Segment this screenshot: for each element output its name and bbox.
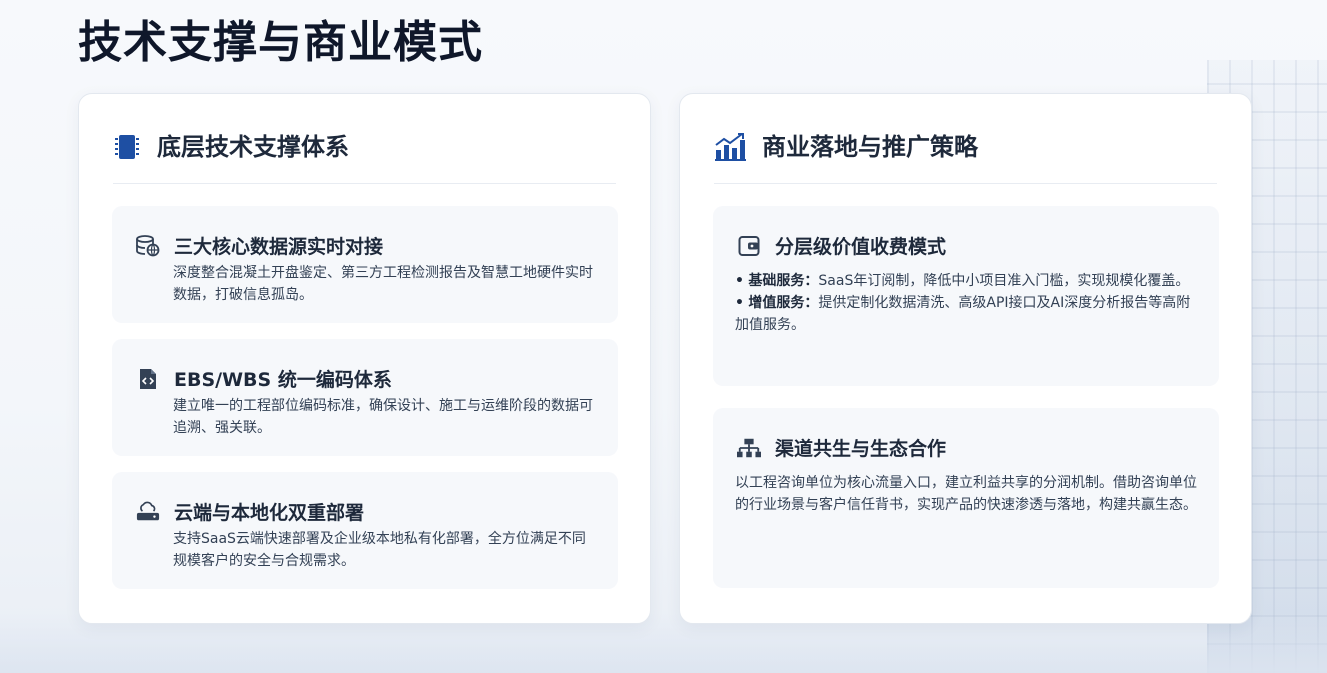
database-icon xyxy=(136,234,160,258)
card-encoding-system: EBS/WBS 统一编码体系 建立唯一的工程部位编码标准，确保设计、施工与运维阶… xyxy=(112,339,618,456)
tech-support-panel: 底层技术支撑体系 三大核心数据源实时对接 深度整合混凝土开盘鉴定、第三方工程检测… xyxy=(78,93,651,624)
card-tiered-pricing: 分层级价值收费模式 • 基础服务：SaaS年订阅制，降低中小项目准入门槛，实现规… xyxy=(713,206,1219,386)
card-bullets: • 基础服务：SaaS年订阅制，降低中小项目准入门槛，实现规模化覆盖。 • 增值… xyxy=(735,270,1199,336)
panel-header: 商业落地与推广策略 xyxy=(714,126,1217,184)
card-description: 以工程咨询单位为核心流量入口，建立利益共享的分润机制。借助咨询单位的行业场景与客… xyxy=(735,475,1197,513)
card-channel-ecosystem: 渠道共生与生态合作 以工程咨询单位为核心流量入口，建立利益共享的分润机制。借助咨… xyxy=(713,408,1219,588)
wallet-icon xyxy=(737,234,761,258)
card-description: 支持SaaS云端快速部署及企业级本地私有化部署，全方位满足不同规模客户的安全与合… xyxy=(173,531,586,569)
panel-title: 商业落地与推广策略 xyxy=(762,133,978,161)
card-title: 云端与本地化双重部署 xyxy=(174,502,365,524)
panel-header: 底层技术支撑体系 xyxy=(113,126,616,184)
sitemap-icon xyxy=(737,436,761,460)
bullet-marker: • xyxy=(735,273,744,289)
bullet-marker: • xyxy=(735,295,744,311)
code-file-icon xyxy=(136,367,160,391)
page-title: 技术支撑与商业模式 xyxy=(78,17,483,68)
bullet-label: 增值服务： xyxy=(748,295,819,311)
card-title: 渠道共生与生态合作 xyxy=(775,438,947,460)
card-title: 分层级价值收费模式 xyxy=(775,236,947,258)
bullet-label: 基础服务： xyxy=(748,273,819,289)
bullet-text: SaaS年订阅制，降低中小项目准入门槛，实现规模化覆盖。 xyxy=(818,273,1190,289)
panel-title: 底层技术支撑体系 xyxy=(157,133,349,161)
bar-chart-icon xyxy=(714,130,746,164)
card-description: 深度整合混凝土开盘鉴定、第三方工程检测报告及智慧工地硬件实时数据，打破信息孤岛。 xyxy=(173,265,593,303)
bullet-value-added-service: • 增值服务：提供定制化数据清洗、高级API接口及AI深度分析报告等高附加值服务… xyxy=(735,292,1199,336)
bullet-basic-service: • 基础服务：SaaS年订阅制，降低中小项目准入门槛，实现规模化覆盖。 xyxy=(735,270,1199,292)
card-title: EBS/WBS 统一编码体系 xyxy=(174,369,392,391)
card-data-sources: 三大核心数据源实时对接 深度整合混凝土开盘鉴定、第三方工程检测报告及智慧工地硬件… xyxy=(112,206,618,323)
cloud-server-icon xyxy=(136,500,160,524)
chip-icon xyxy=(113,130,141,164)
business-strategy-panel: 商业落地与推广策略 分层级价值收费模式 • 基础服务：SaaS年订阅制，降低中小… xyxy=(679,93,1252,624)
card-description: 建立唯一的工程部位编码标准，确保设计、施工与运维阶段的数据可追溯、强关联。 xyxy=(173,398,593,436)
card-deployment: 云端与本地化双重部署 支持SaaS云端快速部署及企业级本地私有化部署，全方位满足… xyxy=(112,472,618,589)
card-title: 三大核心数据源实时对接 xyxy=(174,236,384,258)
